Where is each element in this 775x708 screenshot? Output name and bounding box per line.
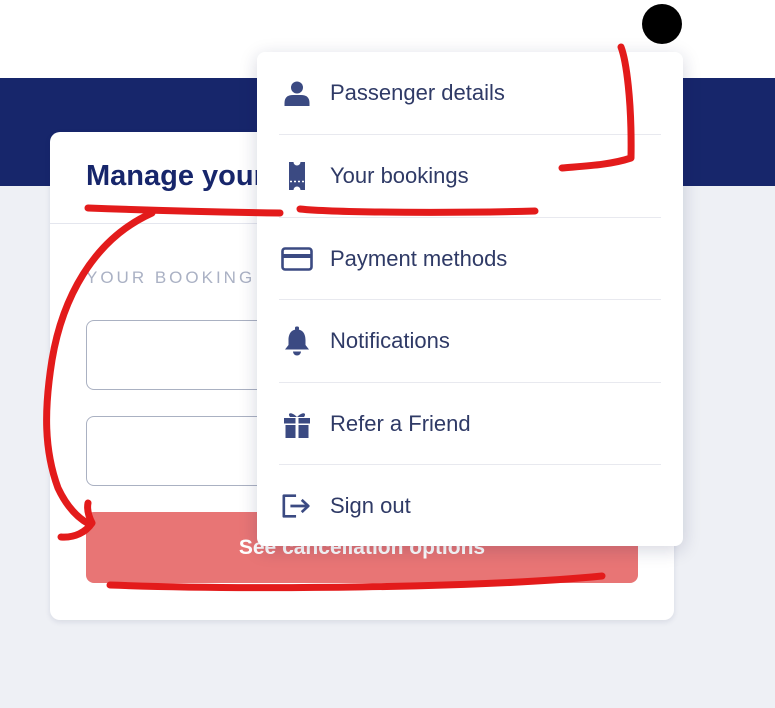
- ticket-icon: [281, 160, 313, 192]
- menu-item-label: Refer a Friend: [330, 411, 471, 436]
- menu-item-refer-a-friend[interactable]: Refer a Friend: [257, 383, 683, 465]
- menu-item-payment-methods[interactable]: Payment methods: [257, 218, 683, 300]
- sign-out-icon: [281, 490, 313, 522]
- menu-item-label: Payment methods: [330, 246, 508, 271]
- person-icon: [281, 77, 313, 109]
- avatar[interactable]: [642, 4, 682, 44]
- menu-item-label: Notifications: [330, 328, 450, 353]
- menu-item-label: Your bookings: [330, 163, 469, 188]
- menu-item-sign-out[interactable]: Sign out: [257, 465, 683, 547]
- menu-item-label: Sign out: [330, 493, 411, 518]
- menu-item-label: Passenger details: [330, 80, 505, 105]
- menu-item-your-bookings[interactable]: Your bookings: [257, 135, 683, 217]
- bell-icon: [281, 325, 313, 357]
- credit-card-icon: [281, 243, 313, 275]
- section-label: YOUR BOOKING: [86, 268, 256, 287]
- gift-icon: [281, 408, 313, 440]
- menu-item-notifications[interactable]: Notifications: [257, 300, 683, 382]
- account-dropdown-menu: Passenger details Your bookings Payment …: [257, 52, 683, 546]
- menu-item-passenger-details[interactable]: Passenger details: [257, 52, 683, 134]
